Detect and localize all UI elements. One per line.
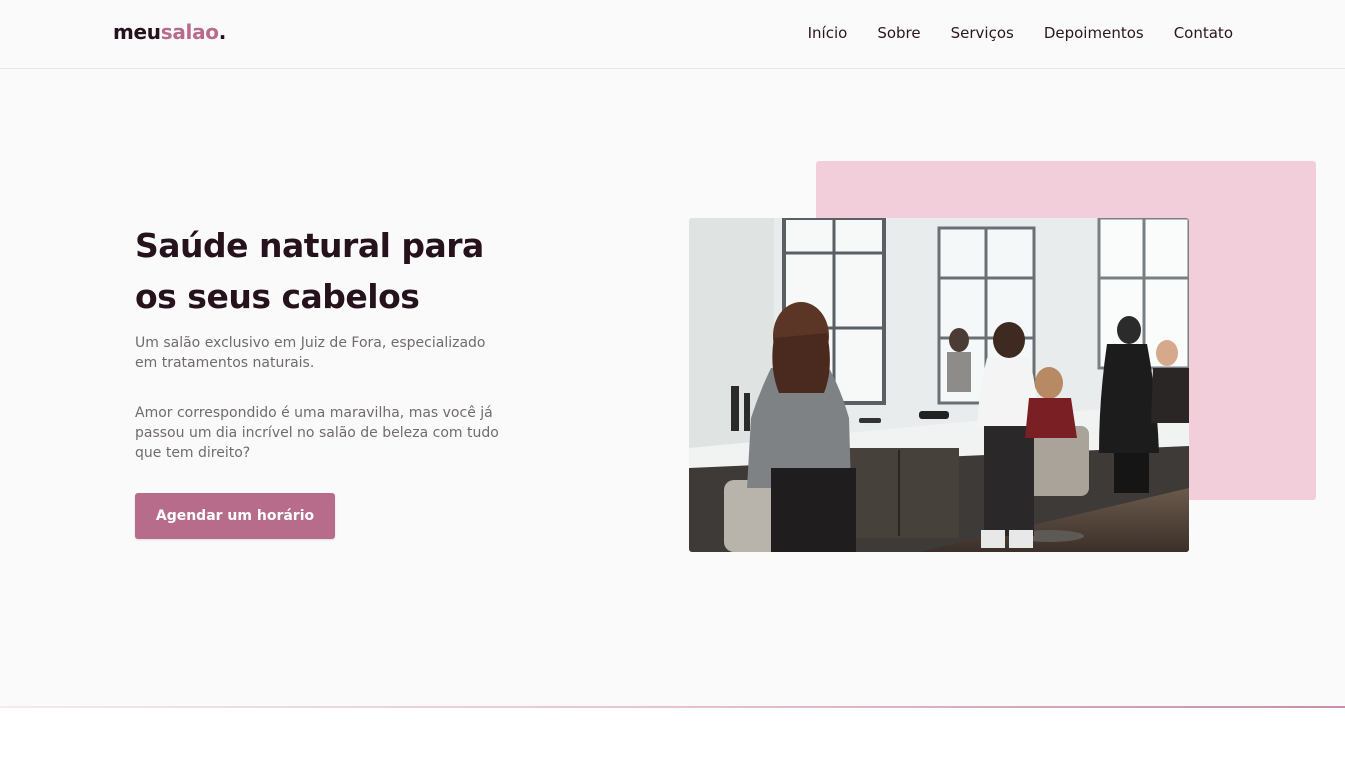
section-divider xyxy=(0,706,1345,708)
logo-main: meu xyxy=(113,20,161,44)
hero-title: Saúde natural para os seus cabelos xyxy=(135,226,484,316)
nav-link-inicio[interactable]: Início xyxy=(808,24,848,42)
schedule-button[interactable]: Agendar um horário xyxy=(135,493,335,539)
main-nav: Início Sobre Serviços Depoimentos Contat… xyxy=(808,24,1233,42)
hero-section: Saúde natural para os seus cabelos Um sa… xyxy=(0,69,1345,707)
nav-link-servicos[interactable]: Serviços xyxy=(951,24,1014,42)
nav-link-contato[interactable]: Contato xyxy=(1174,24,1233,42)
hero-subtext: Amor correspondido é uma maravilha, mas … xyxy=(135,405,499,461)
salon-photo xyxy=(689,218,1189,552)
hero-description: Um salão exclusivo em Juiz de Fora, espe… xyxy=(135,335,486,371)
logo-dot: . xyxy=(218,20,227,44)
logo-accent: salao xyxy=(160,20,219,44)
nav-link-sobre[interactable]: Sobre xyxy=(877,24,920,42)
site-header: meusalao. Início Sobre Serviços Depoimen… xyxy=(0,0,1345,69)
nav-link-depoimentos[interactable]: Depoimentos xyxy=(1044,24,1144,42)
site-logo[interactable]: meusalao. xyxy=(113,20,226,44)
